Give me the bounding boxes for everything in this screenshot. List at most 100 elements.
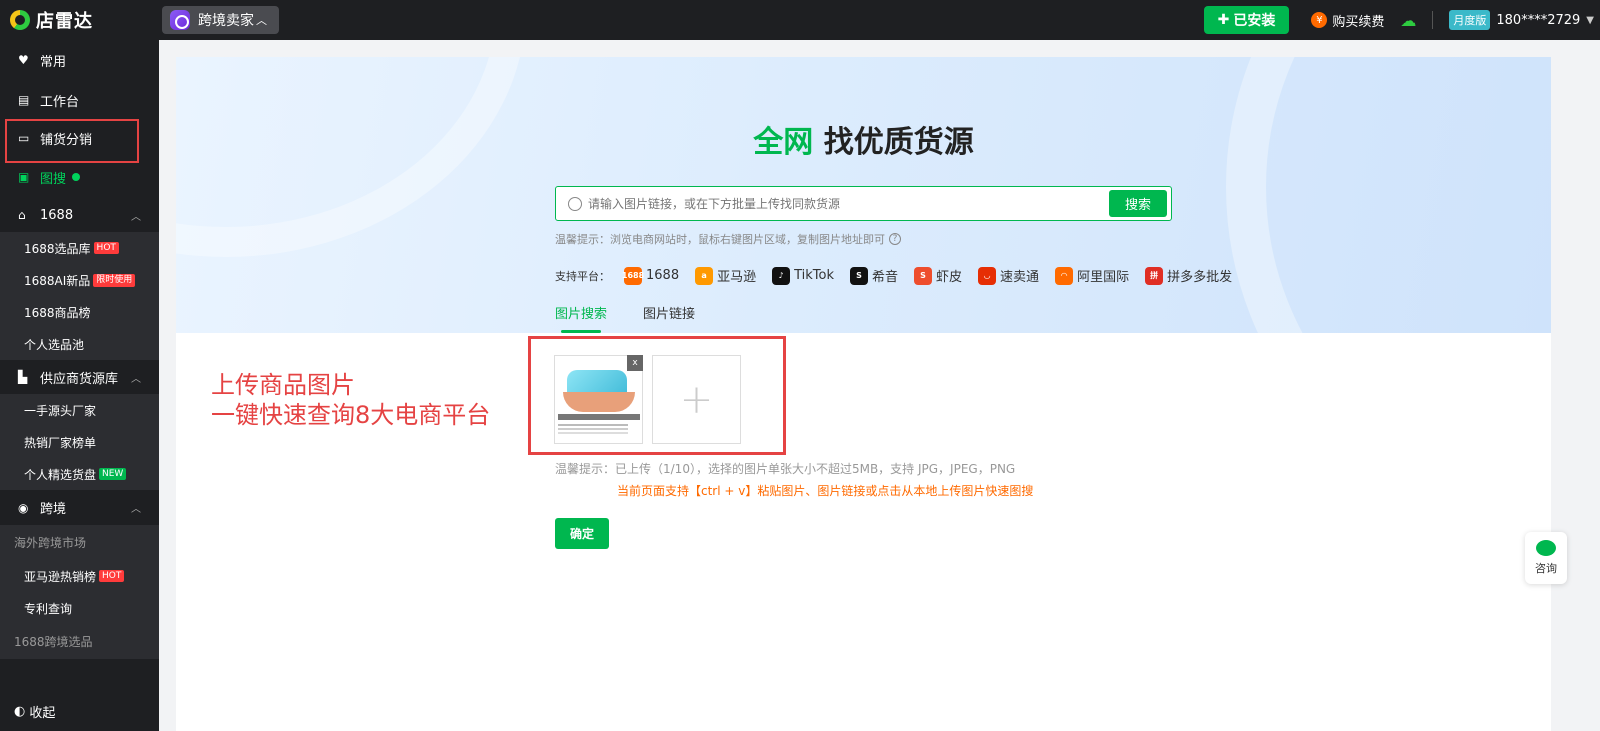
globe-icon: ◉: [18, 500, 29, 515]
tiktok-icon: ♪: [772, 266, 791, 285]
annotation-box-sidebar: [5, 119, 139, 163]
sidebar-collapse-button[interactable]: ◐ 收起: [0, 691, 159, 731]
search-mode-tabs: 图片搜索 图片链接: [555, 303, 731, 333]
new-badge: NEW: [99, 468, 127, 480]
platform-name: TikTok: [794, 268, 835, 283]
title-accent: 全网: [753, 125, 814, 160]
sidebar-item-amazon-hot[interactable]: 亚马逊热销榜 HOT: [0, 560, 159, 592]
tab-image-link[interactable]: 图片链接: [643, 303, 695, 333]
sidebar-group-1688[interactable]: ⌂ 1688 ︿: [0, 198, 159, 232]
decorative-curve: [1226, 57, 1551, 333]
sidebar-category-1688-cross: 1688跨境选品: [14, 635, 93, 649]
sidebar-submenu-cross-border: 海外跨境市场 亚马逊热销榜 HOT 专利查询 1688跨境选品: [0, 525, 159, 659]
platform-name: 希音: [872, 270, 899, 285]
platform-name: 亚马逊: [717, 270, 757, 285]
sidebar-item-workbench[interactable]: ▤ 工作台: [0, 80, 159, 120]
consult-button[interactable]: 咨询: [1525, 532, 1567, 584]
planet-icon: [170, 10, 190, 30]
search-input[interactable]: [588, 196, 1109, 211]
tab-image-search[interactable]: 图片搜索: [555, 303, 607, 333]
help-icon[interactable]: ?: [889, 233, 901, 245]
collapse-icon: ◐: [14, 703, 26, 719]
platform-shein: S 希音: [850, 266, 898, 285]
installed-label: 已安装: [1233, 13, 1276, 29]
platform-1688: 1688 1688: [622, 266, 680, 285]
chevron-up-icon: ︿: [131, 504, 141, 515]
sidebar-item-label: 专利查询: [24, 601, 73, 616]
logo[interactable]: 店雷达: [0, 0, 160, 40]
top-bar: 店雷达 跨境卖家 ︿ ✚ 已安装 ¥ 购买续费 ☁ 月度版 180****272…: [0, 0, 1600, 40]
search-button[interactable]: 搜索: [1109, 190, 1167, 217]
sidebar-group-label: 供应商货源库: [40, 371, 119, 387]
puzzle-icon: ✚: [1217, 12, 1230, 28]
sidebar-item-label: 1688商品榜: [24, 305, 91, 320]
sidebar-submenu-1688: 1688选品库 HOT 1688AI新品 限时使用 1688商品榜 个人选品池: [0, 232, 159, 360]
sidebar-item-source-factory[interactable]: 一手源头厂家: [0, 394, 159, 426]
1688-icon: 1688: [622, 266, 644, 285]
installed-button[interactable]: ✚ 已安装: [1203, 6, 1290, 34]
platforms-label: 支持平台：: [555, 269, 610, 283]
new-dot: [72, 173, 81, 181]
aliexpress-icon: ◡: [978, 266, 997, 285]
sidebar-item-personal-pool[interactable]: 个人选品池: [0, 328, 159, 360]
platform-name: 1688: [646, 268, 680, 283]
sidebar-item-label: 个人选品池: [24, 337, 85, 352]
alibaba-icon: ◠: [1055, 266, 1074, 285]
building-icon: ▙: [18, 370, 28, 384]
sidebar-group-label: 跨境: [40, 502, 67, 517]
limited-badge: 限时使用: [93, 273, 136, 287]
sidebar-item-label: 一手源头厂家: [24, 403, 97, 418]
platform-aliexpress: ◡ 速卖通: [978, 266, 1039, 285]
sidebar-item-label: 个人精选货盘: [24, 467, 97, 482]
sidebar-item-personal-selection[interactable]: 个人精选货盘 NEW: [0, 458, 159, 490]
sidebar-item-common[interactable]: ♥ 常用: [0, 40, 159, 80]
mode-switch-button[interactable]: 跨境卖家 ︿: [162, 6, 279, 34]
platform-name: 拼多多批发: [1167, 270, 1233, 285]
platform-tiktok: ♪ TikTok: [772, 266, 835, 285]
shein-icon: S: [850, 266, 869, 285]
title-rest: 找优质货源: [813, 125, 974, 160]
sidebar-group-cross-border[interactable]: ◉ 跨境 ︿: [0, 490, 159, 525]
upload-annotation: 上传商品图片 一键快速查询8大电商平台: [211, 370, 490, 430]
upload-tip: 温馨提示：已上传（1/10），选择的图片单张大小不超过5MB，支持 JPG，JP…: [555, 462, 1016, 476]
top-right-area: ✚ 已安装 ¥ 购买续费 ☁ 月度版 180****2729 ▼: [1203, 0, 1600, 40]
annotation-box-upload: [528, 336, 786, 455]
logo-text: 店雷达: [36, 11, 93, 32]
hot-badge: HOT: [99, 570, 125, 582]
wechat-icon: [1536, 540, 1556, 556]
platform-amazon: a 亚马逊: [695, 266, 756, 285]
heart-icon: ♥: [18, 53, 29, 67]
confirm-button[interactable]: 确定: [555, 518, 609, 549]
sidebar-item-factory-ranking[interactable]: 热销厂家榜单: [0, 426, 159, 458]
shopee-icon: S: [914, 266, 933, 285]
cloud-download-icon[interactable]: ☁: [1400, 11, 1416, 30]
platform-name: 速卖通: [1000, 270, 1040, 285]
main-panel: 全网 找优质货源 搜索 温馨提示：浏览电商网站时，鼠标右键图片区域，复制图片地址…: [176, 57, 1551, 731]
chevron-down-icon[interactable]: ▼: [1586, 15, 1594, 26]
membership-badge: 月度版: [1449, 10, 1491, 30]
sidebar-item-patent-query[interactable]: 专利查询: [0, 592, 159, 624]
user-account[interactable]: 180****2729: [1496, 13, 1580, 28]
platform-pinduoduo: 拼拼多多批发: [1145, 266, 1232, 285]
sidebar-item-1688-ai-new[interactable]: 1688AI新品 限时使用: [0, 264, 159, 296]
amazon-icon: a: [695, 266, 714, 285]
coin-icon: ¥: [1311, 12, 1328, 28]
image-icon: ▣: [18, 170, 30, 184]
search-bar: 搜索: [555, 186, 1172, 221]
platform-name: 虾皮: [936, 270, 963, 285]
logo-icon: [10, 10, 30, 30]
sidebar-item-1688-ranking[interactable]: 1688商品榜: [0, 296, 159, 328]
buy-renew-link[interactable]: ¥ 购买续费: [1311, 11, 1384, 30]
sidebar-item-label: 亚马逊热销榜: [24, 569, 97, 584]
collapse-label: 收起: [29, 705, 56, 721]
hero-banner: 全网 找优质货源 搜索 温馨提示：浏览电商网站时，鼠标右键图片区域，复制图片地址…: [176, 57, 1551, 333]
sidebar-item-1688-library[interactable]: 1688选品库 HOT: [0, 232, 159, 264]
platform-alibaba: ◠ 阿里国际: [1055, 266, 1129, 285]
sidebar-group-supplier[interactable]: ▙ 供应商货源库 ︿: [0, 360, 159, 394]
mode-label: 跨境卖家: [198, 13, 254, 29]
search-tip-text: 温馨提示：浏览电商网站时，鼠标右键图片区域，复制图片地址即可: [555, 233, 885, 246]
book-icon: ▤: [18, 93, 30, 107]
pinduoduo-icon: 拼: [1145, 266, 1164, 285]
search-tip: 温馨提示：浏览电商网站时，鼠标右键图片区域，复制图片地址即可 ?: [555, 231, 901, 247]
platform-name: 阿里国际: [1077, 270, 1130, 285]
